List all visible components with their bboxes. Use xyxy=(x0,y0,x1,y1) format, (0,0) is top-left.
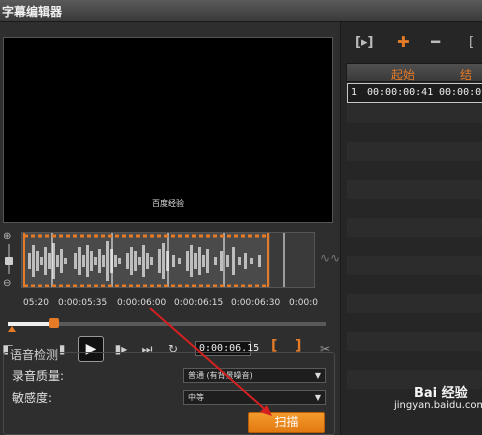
column-header-start[interactable]: 起始 xyxy=(391,66,415,83)
table-row[interactable] xyxy=(347,256,482,275)
table-row[interactable] xyxy=(347,237,482,256)
table-row[interactable] xyxy=(347,275,482,294)
table-row[interactable] xyxy=(347,332,482,351)
table-row[interactable] xyxy=(347,351,482,370)
trim-start-marker[interactable] xyxy=(8,326,16,332)
table-row[interactable]: 1 00:00:00:41 00:00:0 xyxy=(347,83,482,103)
table-row[interactable] xyxy=(347,218,482,237)
timecode-label: 05:20 xyxy=(23,298,49,308)
sensitivity-select-value: 中等 xyxy=(188,393,204,402)
preview-subtitle-text: 百度经验 xyxy=(152,199,184,208)
table-row[interactable] xyxy=(347,199,482,218)
window-title: 字幕编辑器 xyxy=(2,5,63,19)
sensitivity-select[interactable]: 中等 ▼ xyxy=(183,390,326,405)
timeline-zoom-control: ⊕ ⊖ xyxy=(3,231,15,291)
timecode-label: 0:00:05:35 xyxy=(58,298,108,308)
table-row[interactable] xyxy=(347,104,482,123)
row-end-time: 00:00:0 xyxy=(439,87,482,98)
quality-select[interactable]: 普通 (有背景噪音) ▼ xyxy=(183,368,326,383)
scan-button[interactable]: 扫描 xyxy=(248,412,325,433)
quality-select-value: 普通 (有背景噪音) xyxy=(188,371,253,380)
table-row[interactable] xyxy=(347,123,482,142)
waveform-graphic xyxy=(22,233,285,287)
timecode-label: 0:00:0 xyxy=(289,298,318,308)
table-row[interactable] xyxy=(347,313,482,332)
audio-waveform[interactable] xyxy=(21,232,315,288)
timecode-label: 0:00:06:30 xyxy=(231,298,281,308)
timecode-label: 0:00:06:15 xyxy=(174,298,224,308)
remove-subtitle-icon[interactable]: ━ xyxy=(431,33,440,51)
table-row[interactable] xyxy=(347,180,482,199)
subtitle-list-panel: [▸] ✚ ━ [ 起始 结束 1 00:00:00:41 00:00:0 xyxy=(340,22,482,435)
playback-scrubber[interactable] xyxy=(8,318,326,332)
chevron-down-icon: ▼ xyxy=(314,371,321,380)
insert-subtitle-icon[interactable]: [▸] xyxy=(355,35,373,50)
sensitivity-label: 敏感度: xyxy=(12,391,53,405)
speech-detection-title: 语音检测 xyxy=(8,346,61,363)
zoom-slider-knob[interactable] xyxy=(5,257,13,265)
editor-left-panel: 百度经验 ⊕ ⊖ 05:20 0:00:05:35 0:00:06:00 0:0… xyxy=(0,22,340,435)
watermark-url: jingyan.baidu.com xyxy=(394,400,482,411)
table-row[interactable] xyxy=(347,294,482,313)
watermark-brand: Bai 经验 xyxy=(414,386,468,401)
quality-label: 录音质量: xyxy=(12,369,65,383)
table-row[interactable] xyxy=(347,142,482,161)
watermark: Bai 经验 jingyan.baidu.com xyxy=(390,376,482,435)
waveform-view-icon[interactable]: ∿∿ xyxy=(320,251,340,265)
table-row[interactable] xyxy=(347,161,482,180)
title-bar: 字幕编辑器 xyxy=(0,0,482,22)
subtitle-table-header: 起始 结束 xyxy=(346,63,482,99)
timecode-label: 0:00:06:00 xyxy=(117,298,167,308)
zoom-in-icon[interactable]: ⊕ xyxy=(3,231,11,242)
row-index: 1 xyxy=(351,87,358,98)
scrubber-thumb[interactable] xyxy=(49,318,60,328)
video-preview: 百度经验 xyxy=(3,37,333,223)
timeline-ruler: 05:20 0:00:05:35 0:00:06:00 0:00:06:15 0… xyxy=(21,298,318,312)
merge-subtitle-icon[interactable]: [ xyxy=(469,35,474,50)
row-start-time: 00:00:00:41 xyxy=(367,87,434,98)
add-subtitle-icon[interactable]: ✚ xyxy=(397,33,410,51)
chevron-down-icon: ▼ xyxy=(314,393,321,402)
zoom-out-icon[interactable]: ⊖ xyxy=(3,278,11,289)
